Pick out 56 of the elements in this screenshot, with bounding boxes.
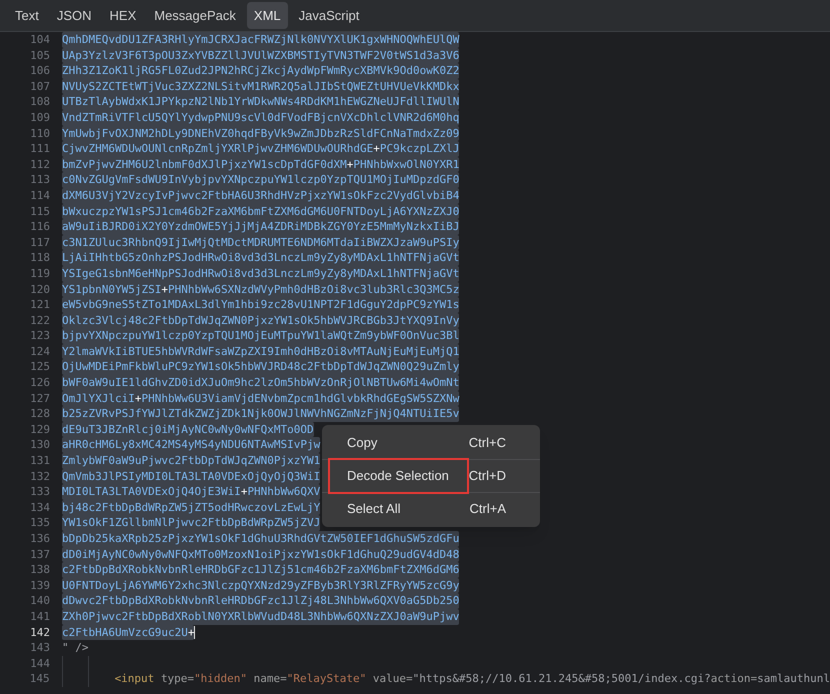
line-number: 139 bbox=[29, 578, 51, 594]
line-number: 142 bbox=[29, 624, 51, 640]
line-number: 125 bbox=[29, 359, 51, 376]
line-number: 131 bbox=[29, 453, 51, 469]
line-number: 110 bbox=[29, 126, 51, 142]
line-number: 136 bbox=[29, 531, 51, 547]
line-number: 144 bbox=[29, 656, 51, 672]
line-number: 121 bbox=[29, 297, 51, 313]
line-number: 109 bbox=[29, 110, 51, 126]
line-number: 111 bbox=[29, 141, 51, 157]
line-number: 116 bbox=[29, 219, 51, 235]
line-number: 107 bbox=[29, 78, 51, 94]
line-number: 117 bbox=[29, 234, 51, 250]
format-tab[interactable]: JavaScript bbox=[292, 2, 366, 29]
menu-item[interactable]: Copy bbox=[330, 433, 378, 453]
menu-item[interactable]: Decode Selection bbox=[328, 458, 469, 494]
line-number: 120 bbox=[29, 282, 51, 298]
line-number: 112 bbox=[29, 156, 51, 172]
line-number: 134 bbox=[29, 500, 51, 516]
format-tab[interactable]: JSON bbox=[50, 2, 99, 29]
shortcut-label: Ctrl+C bbox=[468, 434, 506, 452]
line-number: 124 bbox=[29, 344, 51, 360]
format-tab[interactable]: Text bbox=[8, 2, 46, 29]
line-number: 114 bbox=[29, 188, 51, 204]
line-number: 105 bbox=[29, 48, 51, 64]
line-number: 123 bbox=[29, 328, 51, 344]
line-number: 140 bbox=[29, 593, 51, 609]
line-number: 128 bbox=[29, 406, 51, 422]
line-number: 108 bbox=[29, 94, 51, 110]
line-number: 127 bbox=[29, 390, 51, 406]
code-line: <input type="hidden" name="RelayState" value="https&#58;//10.61.21.245&#58;5001/index.cgi?action=samlauthunl bbox=[114, 671, 830, 687]
line-number: 129 bbox=[29, 422, 51, 438]
line-number: 137 bbox=[29, 546, 51, 562]
format-tab[interactable]: HEX bbox=[102, 2, 144, 29]
line-number: 130 bbox=[29, 437, 51, 454]
line-number: 119 bbox=[29, 266, 51, 282]
line-number: 143 bbox=[29, 640, 51, 656]
format-tab[interactable]: MessagePack bbox=[147, 2, 243, 29]
line-number: 106 bbox=[29, 63, 51, 79]
line-number: 132 bbox=[29, 468, 51, 484]
shortcut-label: Ctrl+A bbox=[470, 500, 506, 518]
line-number: 115 bbox=[29, 204, 51, 220]
line-number: 118 bbox=[29, 250, 51, 266]
line-number: 122 bbox=[29, 312, 51, 328]
menu-item[interactable]: Select All bbox=[330, 499, 400, 519]
shortcut-label: Ctrl+D bbox=[468, 467, 506, 486]
format-tab[interactable]: XML bbox=[246, 2, 288, 29]
line-number: 135 bbox=[29, 515, 51, 531]
line-number: 104 bbox=[29, 32, 51, 48]
line-number: 145 bbox=[28, 671, 51, 687]
line-number: 126 bbox=[29, 375, 51, 391]
code-line: " /> bbox=[62, 640, 88, 656]
line-number: 113 bbox=[29, 172, 51, 188]
line-number: 138 bbox=[29, 562, 51, 578]
line-number: 141 bbox=[29, 608, 51, 625]
line-number: 133 bbox=[29, 484, 51, 500]
